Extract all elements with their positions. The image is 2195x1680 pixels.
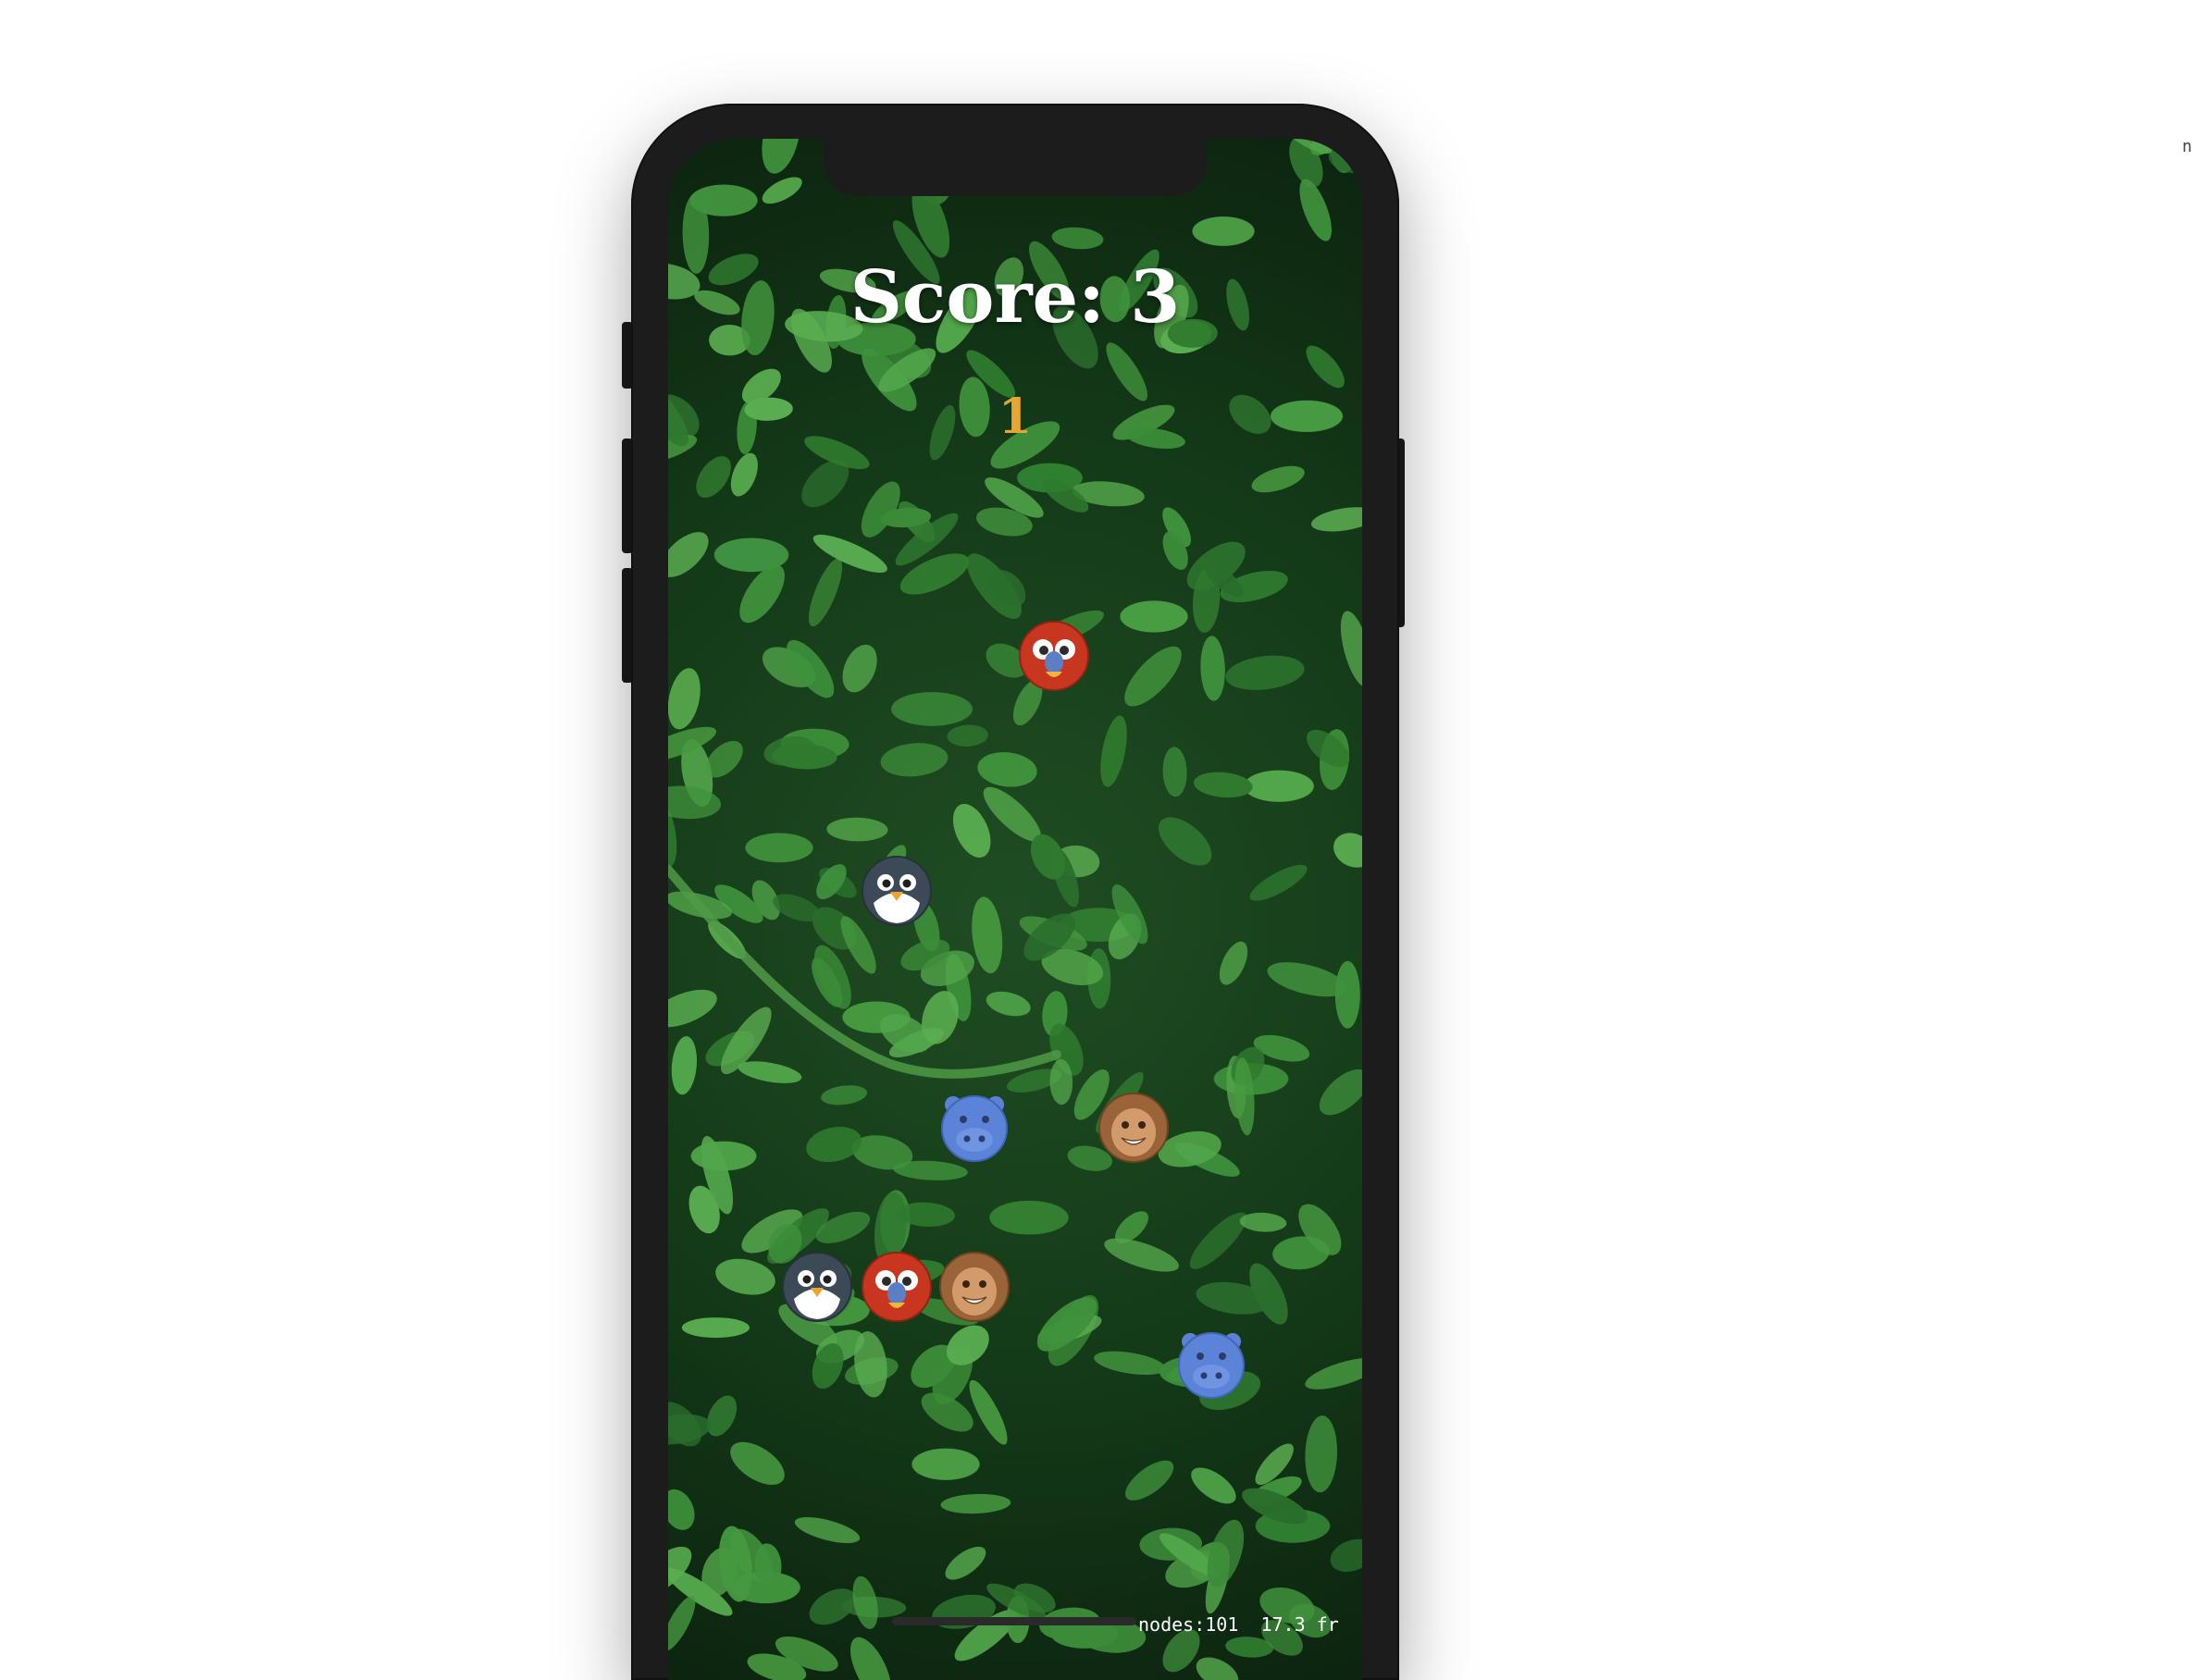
jungle-leaves-background: [668, 139, 1362, 1680]
leaf: [1319, 1069, 1362, 1116]
leaf: [977, 752, 1037, 787]
leaf: [1305, 1415, 1338, 1493]
leaf: [812, 534, 887, 574]
leaf: [806, 1127, 862, 1163]
parrot-face-icon: [862, 1252, 932, 1322]
leaf: [1196, 1657, 1239, 1680]
leaf: [671, 1036, 698, 1095]
leaf: [738, 1061, 802, 1083]
home-indicator: [892, 1617, 1136, 1625]
node-count: nodes:101: [1138, 1613, 1239, 1636]
leaf: [668, 1489, 695, 1530]
leaf: [1305, 1357, 1362, 1390]
offscreen-text-fragment: n: [2182, 137, 2192, 156]
critter-parrot[interactable]: [861, 1251, 933, 1323]
critter-parrot[interactable]: [1018, 620, 1090, 692]
leaf: [1051, 227, 1104, 250]
leaf: [821, 1085, 868, 1106]
leaf: [706, 1395, 738, 1437]
leaf: [681, 1317, 750, 1339]
leaf: [1225, 655, 1305, 690]
leaf: [880, 743, 949, 777]
critter-penguin[interactable]: [861, 855, 933, 927]
critter-monkey[interactable]: [938, 1251, 1011, 1323]
critter-penguin[interactable]: [781, 1251, 853, 1323]
leaf: [826, 817, 888, 842]
leaf: [1100, 715, 1127, 787]
leaf: [1162, 747, 1187, 797]
leaf: [668, 668, 701, 730]
hippo-face-icon: [1178, 1332, 1245, 1399]
phone-notch: [824, 139, 1207, 196]
combo-counter: 1: [998, 389, 1033, 445]
monkey-face-icon: [939, 1252, 1010, 1322]
fps-readout: 17.3 fr: [1260, 1613, 1339, 1636]
leaf: [1340, 611, 1362, 687]
leaf: [1333, 833, 1362, 868]
leaf: [1306, 345, 1345, 389]
leaf: [696, 456, 731, 499]
game-stage: n Score: 3 1 nodes:101 17.3 fr: [0, 0, 2195, 1680]
game-screen[interactable]: [668, 139, 1362, 1680]
leaf: [1330, 1538, 1362, 1573]
leaf: [668, 532, 709, 577]
leaf: [1124, 1460, 1174, 1501]
leaf: [1249, 864, 1308, 901]
leaf: [850, 1637, 891, 1680]
leaf: [1158, 817, 1212, 866]
leaf: [947, 724, 988, 747]
leaf: [762, 139, 800, 174]
leaf: [730, 1441, 785, 1485]
leaf: [1239, 1212, 1287, 1232]
leaf: [940, 1493, 1011, 1514]
leaf: [1219, 941, 1248, 985]
leaf: [794, 1516, 861, 1544]
leaf: [986, 991, 1031, 1017]
debug-stats: nodes:101 17.3 fr: [1138, 1613, 1351, 1636]
leaf: [1193, 772, 1253, 798]
leaf: [1094, 1351, 1166, 1376]
leaf: [1310, 507, 1362, 532]
leaf: [668, 785, 722, 820]
parrot-face-icon: [1019, 621, 1089, 691]
leaf: [1251, 465, 1305, 493]
leaf: [1124, 646, 1182, 707]
leaf: [1334, 960, 1360, 1029]
leaf: [969, 1379, 1008, 1445]
penguin-face-icon: [862, 856, 932, 926]
leaf: [1189, 1212, 1246, 1269]
leaf: [945, 1546, 986, 1580]
leaf: [842, 644, 877, 693]
monkey-face-icon: [1098, 1093, 1169, 1163]
leaf: [739, 564, 785, 624]
score-label: Score: 3: [849, 255, 1181, 340]
penguin-face-icon: [782, 1252, 852, 1322]
critter-hippo[interactable]: [1175, 1328, 1247, 1401]
hippo-face-icon: [941, 1095, 1008, 1162]
leaf: [668, 989, 717, 1028]
leaf: [1200, 636, 1225, 701]
leaf: [808, 558, 843, 627]
critter-hippo[interactable]: [938, 1092, 1011, 1164]
leaf: [1104, 1238, 1179, 1272]
leaf: [730, 452, 758, 497]
critter-monkey[interactable]: [1098, 1092, 1170, 1164]
leaf: [1191, 1467, 1236, 1504]
leaf: [762, 177, 802, 204]
